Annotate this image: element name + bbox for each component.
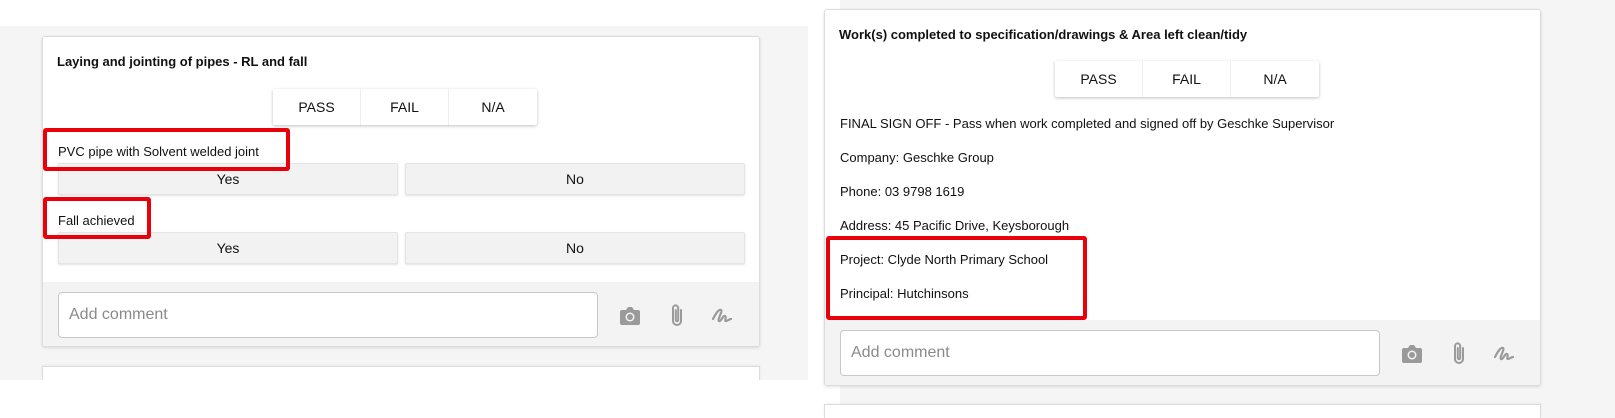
no-button[interactable]: No bbox=[405, 232, 745, 264]
highlight-box bbox=[43, 128, 290, 171]
na-button[interactable]: N/A bbox=[449, 89, 537, 125]
next-card-edge bbox=[824, 404, 1541, 418]
card-footer: Add comment bbox=[43, 282, 759, 346]
left-bottom-bg bbox=[0, 380, 808, 418]
card-footer: Add comment bbox=[825, 320, 1540, 385]
result-segmented-control: PASS FAIL N/A bbox=[1055, 61, 1319, 97]
checklist-card-laying: Laying and jointing of pipes - RL and fa… bbox=[42, 36, 760, 347]
result-segmented-control: PASS FAIL N/A bbox=[273, 89, 537, 125]
right-panel: Work(s) completed to specification/drawi… bbox=[808, 0, 1615, 418]
fail-button[interactable]: FAIL bbox=[361, 89, 449, 125]
signature-icon[interactable] bbox=[1491, 340, 1519, 368]
camera-icon[interactable] bbox=[1398, 340, 1426, 368]
comment-input[interactable]: Add comment bbox=[840, 330, 1380, 376]
signature-icon[interactable] bbox=[709, 302, 737, 330]
signoff-instruction: FINAL SIGN OFF - Pass when work complete… bbox=[840, 116, 1335, 131]
fail-button[interactable]: FAIL bbox=[1143, 61, 1231, 97]
company-line: Company: Geschke Group bbox=[840, 150, 994, 165]
card-title: Work(s) completed to specification/drawi… bbox=[839, 27, 1248, 42]
na-button[interactable]: N/A bbox=[1231, 61, 1319, 97]
paperclip-icon[interactable] bbox=[1445, 340, 1473, 368]
pass-button[interactable]: PASS bbox=[273, 89, 361, 125]
paperclip-icon[interactable] bbox=[663, 302, 691, 330]
camera-icon[interactable] bbox=[616, 302, 644, 330]
left-panel: Laying and jointing of pipes - RL and fa… bbox=[0, 0, 808, 418]
pass-button[interactable]: PASS bbox=[1055, 61, 1143, 97]
address-line: Address: 45 Pacific Drive, Keysborough bbox=[840, 218, 1070, 233]
phone-line: Phone: 03 9798 1619 bbox=[840, 184, 965, 199]
no-button[interactable]: No bbox=[405, 163, 745, 195]
comment-input[interactable]: Add comment bbox=[58, 292, 598, 338]
highlight-box bbox=[43, 197, 151, 239]
card-title: Laying and jointing of pipes - RL and fa… bbox=[57, 54, 308, 69]
checklist-card-final-signoff: Work(s) completed to specification/drawi… bbox=[824, 9, 1541, 386]
highlight-box bbox=[826, 236, 1087, 320]
